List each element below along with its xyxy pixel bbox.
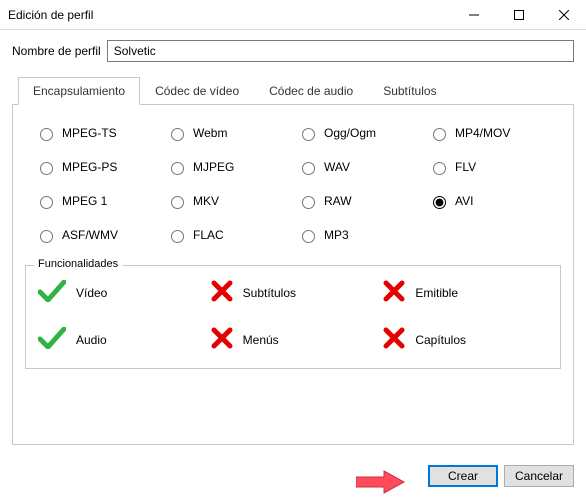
- features-grid: Vídeo Subtítulos Emitible Audio Menús Capítul…: [38, 280, 548, 352]
- feature-label: Emitible: [415, 286, 458, 300]
- format-label: MP3: [324, 228, 349, 242]
- feature-label: Menús: [243, 333, 279, 347]
- format-radio[interactable]: [433, 196, 446, 209]
- format-radio[interactable]: [171, 128, 184, 141]
- create-button[interactable]: Crear: [428, 465, 498, 487]
- format-radio[interactable]: [171, 230, 184, 243]
- format-option[interactable]: MPEG-PS: [35, 159, 158, 175]
- format-radio[interactable]: [40, 128, 53, 141]
- format-label: MPEG-TS: [62, 126, 117, 140]
- format-radio[interactable]: [433, 162, 446, 175]
- format-option[interactable]: MP4/MOV: [428, 125, 551, 141]
- feature-item: Audio: [38, 327, 203, 352]
- check-icon: [38, 327, 66, 352]
- format-option[interactable]: MJPEG: [166, 159, 289, 175]
- format-label: MKV: [193, 194, 219, 208]
- format-option[interactable]: MKV: [166, 193, 289, 209]
- feature-item: Capítulos: [383, 327, 548, 352]
- format-radio[interactable]: [302, 162, 315, 175]
- maximize-button[interactable]: [496, 0, 541, 30]
- format-radio-group: MPEG-TS Webm Ogg/Ogm MP4/MOV MPEG-PS MJPEG WAV…: [25, 125, 561, 243]
- format-option[interactable]: Webm: [166, 125, 289, 141]
- format-label: MJPEG: [193, 160, 234, 174]
- format-option[interactable]: MPEG 1: [35, 193, 158, 209]
- profile-name-input[interactable]: [107, 40, 574, 62]
- format-radio[interactable]: [433, 128, 446, 141]
- format-label: FLV: [455, 160, 476, 174]
- titlebar: Edición de perfil: [0, 0, 586, 30]
- check-icon: [38, 280, 66, 305]
- dialog-content: Nombre de perfil Encapsulamiento Códec d…: [0, 30, 586, 445]
- feature-item: Emitible: [383, 280, 548, 305]
- format-label: MP4/MOV: [455, 126, 510, 140]
- format-label: ASF/WMV: [62, 228, 118, 242]
- format-radio[interactable]: [302, 196, 315, 209]
- profile-name-row: Nombre de perfil: [12, 40, 574, 62]
- features-title: Funcionalidades: [34, 258, 122, 270]
- format-label: AVI: [455, 194, 473, 208]
- format-label: Webm: [193, 126, 227, 140]
- format-option[interactable]: ASF/WMV: [35, 227, 158, 243]
- dialog-buttons: Crear Cancelar: [416, 455, 586, 497]
- close-button[interactable]: [541, 0, 586, 30]
- format-option[interactable]: MPEG-TS: [35, 125, 158, 141]
- format-option[interactable]: FLAC: [166, 227, 289, 243]
- format-radio[interactable]: [40, 196, 53, 209]
- tab-video-codec[interactable]: Códec de vídeo: [140, 77, 254, 105]
- format-radio[interactable]: [40, 230, 53, 243]
- tab-panel: MPEG-TS Webm Ogg/Ogm MP4/MOV MPEG-PS MJPEG WAV…: [12, 105, 574, 445]
- format-radio[interactable]: [302, 128, 315, 141]
- tab-subtitles[interactable]: Subtítulos: [368, 77, 451, 105]
- cancel-button[interactable]: Cancelar: [504, 465, 574, 487]
- tab-strip: Encapsulamiento Códec de vídeo Códec de …: [12, 76, 574, 105]
- feature-label: Audio: [76, 333, 107, 347]
- format-radio[interactable]: [40, 162, 53, 175]
- format-option[interactable]: RAW: [297, 193, 420, 209]
- format-label: MPEG 1: [62, 194, 107, 208]
- format-label: Ogg/Ogm: [324, 126, 376, 140]
- feature-label: Subtítulos: [243, 286, 296, 300]
- cross-icon: [211, 280, 233, 305]
- feature-item: Menús: [211, 327, 376, 352]
- format-option[interactable]: WAV: [297, 159, 420, 175]
- format-radio[interactable]: [171, 162, 184, 175]
- tab-encapsulation[interactable]: Encapsulamiento: [18, 77, 140, 105]
- cross-icon: [383, 280, 405, 305]
- format-option[interactable]: MP3: [297, 227, 420, 243]
- minimize-button[interactable]: [451, 0, 496, 30]
- format-option[interactable]: AVI: [428, 193, 551, 209]
- cross-icon: [211, 327, 233, 352]
- format-label: RAW: [324, 194, 352, 208]
- format-radio[interactable]: [302, 230, 315, 243]
- feature-label: Capítulos: [415, 333, 466, 347]
- format-label: MPEG-PS: [62, 160, 117, 174]
- annotation-arrow-icon: [356, 469, 406, 495]
- features-box: Funcionalidades VídeoSubtítulosEmitibleA…: [25, 265, 561, 369]
- format-radio[interactable]: [171, 196, 184, 209]
- profile-name-label: Nombre de perfil: [12, 44, 101, 58]
- format-option[interactable]: FLV: [428, 159, 551, 175]
- window-title: Edición de perfil: [8, 8, 451, 22]
- format-label: FLAC: [193, 228, 224, 242]
- tab-audio-codec[interactable]: Códec de audio: [254, 77, 368, 105]
- feature-item: Vídeo: [38, 280, 203, 305]
- feature-label: Vídeo: [76, 286, 107, 300]
- cross-icon: [383, 327, 405, 352]
- feature-item: Subtítulos: [211, 280, 376, 305]
- format-label: WAV: [324, 160, 350, 174]
- format-option[interactable]: Ogg/Ogm: [297, 125, 420, 141]
